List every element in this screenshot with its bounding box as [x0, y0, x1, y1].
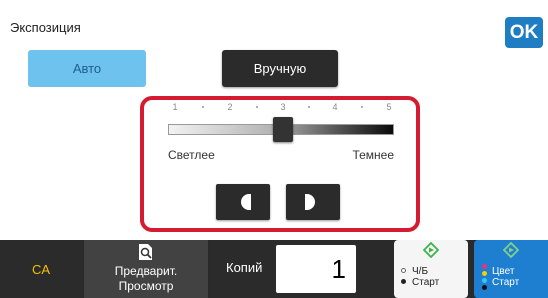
half-circle-left-icon	[241, 194, 251, 210]
color-start-label-line1: Цвет	[492, 266, 515, 277]
black-dot-icon	[401, 279, 406, 284]
scale-label-4: 4	[332, 102, 338, 112]
scale-label-2: 2	[227, 102, 233, 112]
bw-start-button[interactable]: Ч/Б Старт	[394, 240, 468, 298]
scale-label-1: 1	[172, 102, 178, 112]
start-diamond-icon	[503, 242, 519, 258]
half-circle-right-icon	[305, 194, 315, 210]
preview-magnifier-icon	[139, 244, 152, 260]
scale-dot	[202, 106, 204, 108]
yellow-dot-icon	[482, 271, 487, 276]
copies-area: Копий 1	[210, 240, 358, 298]
bottom-action-bar: CA Предварит. Просмотр Копий 1 Ч/Б Старт…	[0, 240, 548, 298]
color-start-label: Цвет Старт	[492, 266, 519, 288]
cyan-dot-icon	[482, 278, 487, 283]
manual-mode-button[interactable]: Вручную	[222, 50, 338, 87]
copies-label: Копий	[226, 260, 263, 275]
auto-mode-button[interactable]: Авто	[28, 50, 146, 87]
exposure-adjust-panel: 1 2 3 4 5 Светлее Темнее	[140, 96, 420, 232]
start-diamond-icon	[423, 242, 439, 258]
exposure-screen: Экспозиция OK Авто Вручную 1 2 3 4 5 Све…	[0, 0, 548, 298]
scale-label-5: 5	[386, 102, 392, 112]
preview-button[interactable]: Предварит. Просмотр	[84, 240, 208, 298]
copies-count-field[interactable]: 1	[276, 245, 356, 293]
clear-all-button[interactable]: CA	[0, 240, 82, 298]
scale-dot	[361, 106, 363, 108]
color-start-label-line2: Старт	[492, 277, 520, 288]
scale-dot	[256, 106, 258, 108]
bw-start-label-line2: Старт	[412, 277, 440, 288]
lighter-label: Светлее	[168, 148, 215, 162]
ok-button[interactable]: OK	[505, 17, 543, 48]
darker-label: Темнее	[352, 148, 394, 162]
bw-dot-icon	[401, 268, 406, 273]
scale-dot	[308, 106, 310, 108]
exposure-slider-thumb[interactable]	[273, 117, 293, 142]
scale-label-3: 3	[280, 102, 286, 112]
darker-step-button[interactable]	[286, 184, 340, 220]
preview-label-line2: Просмотр	[118, 279, 174, 293]
page-title: Экспозиция	[10, 20, 81, 35]
black-dot-icon	[482, 285, 487, 290]
preview-label-line1: Предварит.	[114, 264, 178, 278]
bw-start-label: Ч/Б Старт	[412, 266, 439, 288]
magenta-dot-icon	[482, 264, 487, 269]
preview-label: Предварит. Просмотр	[84, 264, 208, 294]
lighter-step-button[interactable]	[216, 184, 270, 220]
bw-start-label-line1: Ч/Б	[412, 266, 429, 277]
color-start-button[interactable]: Цвет Старт	[474, 240, 548, 298]
